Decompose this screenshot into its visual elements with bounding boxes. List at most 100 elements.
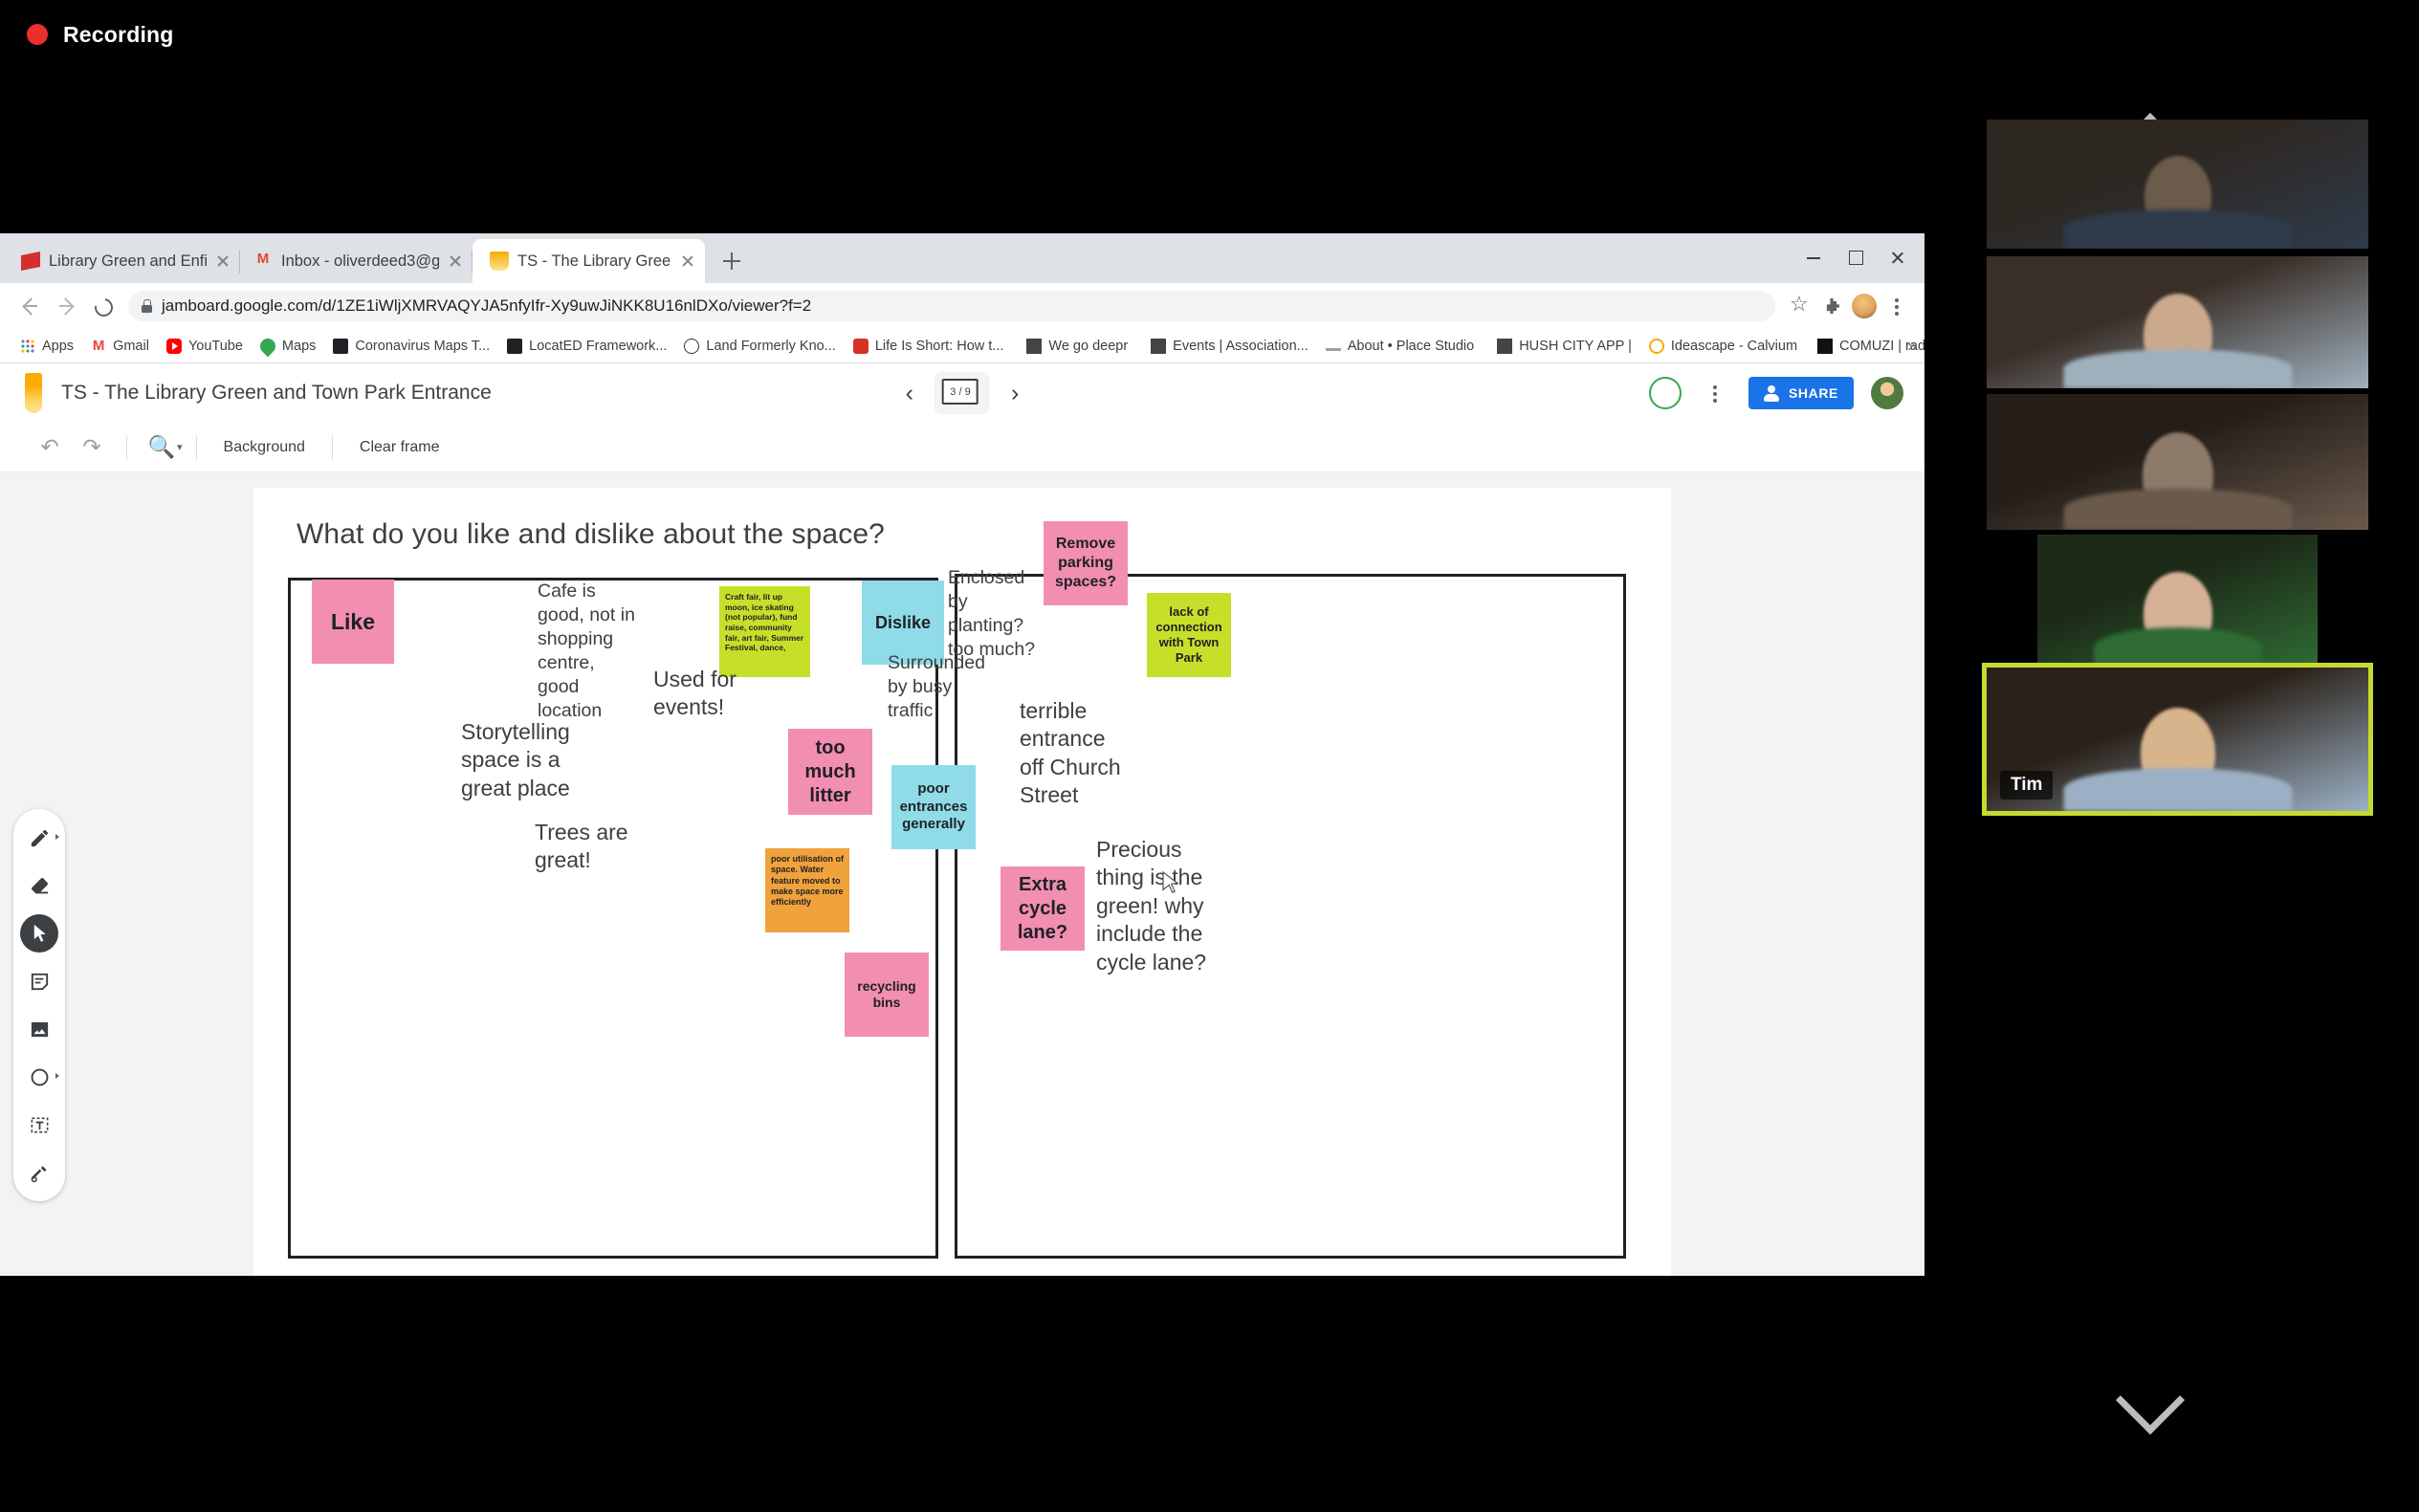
pen-options-caret-icon[interactable] (55, 834, 59, 840)
bookmark-land-formerly[interactable]: Land Formerly Kno... (675, 333, 844, 360)
board-text-enclosed-planting[interactable]: Enclosed by planting? too much? (948, 566, 1035, 662)
sticky-note-lack-connection[interactable]: lack of connection with Town Park (1147, 593, 1231, 677)
jam-title[interactable]: TS - The Library Green and Town Park Ent… (61, 382, 492, 405)
video-tile-4[interactable] (2037, 535, 2318, 668)
video-tile-1[interactable] (1987, 120, 2368, 249)
undo-icon[interactable]: ↶ (29, 427, 71, 469)
extensions-icon[interactable] (1815, 290, 1848, 322)
gmail-icon: M (256, 251, 270, 267)
sticky-note-poor-utilisation[interactable]: poor utilisation of space. Water feature… (765, 848, 849, 932)
reload-icon[interactable] (84, 288, 121, 324)
sticky-note-recycling-bins[interactable]: recycling bins (845, 953, 929, 1037)
bookmark-label: Maps (281, 338, 317, 354)
redo-icon[interactable]: ↷ (71, 427, 113, 469)
shape-tool[interactable] (20, 1058, 59, 1096)
address-bar[interactable]: jamboard.google.com/d/1ZE1iWljXMRVAQYJA5… (128, 291, 1775, 321)
bookmark-hush-city[interactable]: HUSH CITY APP | (1483, 333, 1640, 360)
bookmark-youtube[interactable]: YouTube (158, 333, 252, 360)
events-icon (1151, 338, 1167, 354)
lock-icon (142, 299, 152, 313)
browser-tab-1[interactable]: Library Green and Enfield Town P (8, 239, 240, 283)
new-tab-button[interactable] (713, 242, 751, 280)
bookmark-label: YouTube (187, 338, 243, 354)
close-window-button[interactable] (1877, 239, 1919, 275)
sticky-note-remove-parking[interactable]: Remove parking spaces? (1044, 521, 1128, 605)
laser-pointer-tool[interactable] (20, 1153, 58, 1192)
share-label: SHARE (1788, 385, 1838, 401)
forward-button[interactable] (48, 288, 84, 324)
background-button[interactable]: Background (210, 439, 319, 456)
bookmark-life-is-short[interactable]: Life Is Short: How t... (845, 333, 1013, 360)
browser-menu-icon[interactable] (1880, 290, 1913, 322)
profile-avatar[interactable] (1848, 290, 1880, 322)
bookmark-apps[interactable]: Apps (11, 333, 82, 360)
maximize-button[interactable] (1835, 239, 1877, 275)
sticky-note-poor-entrances[interactable]: poor entrances generally (891, 765, 976, 849)
frame-counter: 3 / 9 (942, 376, 989, 405)
sticky-note-tool[interactable] (20, 962, 58, 1000)
browser-tab-2[interactable]: M Inbox - oliverdeed3@gmail.com (240, 239, 473, 283)
jamboard-logo-icon (21, 373, 46, 413)
jamboard-header-actions: SHARE (1648, 377, 1903, 409)
board-text-terrible-entrance[interactable]: terrible entrance off Church Street (1020, 697, 1121, 810)
sticky-note-too-much-litter[interactable]: too much litter (788, 729, 872, 815)
frame-selector-button[interactable]: 3 / 9 (935, 372, 990, 414)
participant-body (2063, 349, 2292, 388)
bookmark-we-go-deepr[interactable]: We go deepr (1012, 333, 1136, 360)
board-text-trees-are-great[interactable]: Trees are great! (535, 819, 628, 875)
jam-more-menu-icon[interactable] (1699, 377, 1731, 409)
zoom-icon[interactable]: 🔍 (141, 427, 183, 469)
jamboard-app: TS - The Library Green and Town Park Ent… (0, 363, 1924, 1276)
bookmark-place-studio[interactable]: About • Place Studio (1317, 333, 1483, 360)
select-tool[interactable] (20, 914, 58, 953)
back-button[interactable] (11, 288, 48, 324)
bookmark-maps[interactable]: Maps (252, 333, 324, 360)
recording-label: Recording (63, 21, 174, 47)
sticky-note-extra-cycle-lane[interactable]: Extra cycle lane? (1001, 866, 1085, 951)
bookmark-coronavirus-maps[interactable]: Coronavirus Maps T... (324, 333, 498, 360)
text-box-tool[interactable] (20, 1106, 58, 1144)
jamboard-toolbar: ↶ ↷ 🔍 ▾ Background Clear frame (0, 423, 1924, 472)
bookmark-comuzi[interactable]: COMUZI | radically... (1806, 333, 1924, 360)
account-avatar[interactable] (1871, 377, 1903, 409)
bookmark-ideascape[interactable]: Ideascape - Calvium (1640, 333, 1806, 360)
close-icon[interactable] (215, 253, 231, 269)
bookmark-gmail[interactable]: M Gmail (82, 333, 158, 360)
eraser-tool[interactable] (20, 866, 58, 905)
sticky-note-craft-fair[interactable]: Craft fair, lit up moon, ice skating (no… (719, 586, 810, 677)
bookmark-located[interactable]: LocatED Framework... (498, 333, 675, 360)
deepr-icon (1026, 338, 1043, 354)
jamboard-frame[interactable]: What do you like and dislike about the s… (253, 488, 1671, 1276)
sticky-note-like-label[interactable]: Like (312, 580, 394, 664)
bookmarks-overflow-button[interactable]: » (1908, 337, 1917, 356)
browser-tab-3[interactable]: TS - The Library Green and Town (473, 239, 705, 283)
nyt-icon (333, 338, 349, 354)
board-text-storytelling[interactable]: Storytelling space is a great place (461, 718, 570, 802)
bookmark-events-association[interactable]: Events | Association... (1136, 333, 1317, 360)
board-text-cafe-is-good[interactable]: Cafe is good, not in shopping centre, go… (538, 580, 635, 723)
clear-frame-button[interactable]: Clear frame (346, 439, 453, 456)
pen-tool[interactable] (20, 819, 59, 857)
share-button[interactable]: SHARE (1748, 377, 1854, 409)
video-tile-2[interactable] (1987, 256, 2368, 388)
board-text-precious-green[interactable]: Precious thing is the green! why include… (1096, 836, 1206, 976)
board-heading: What do you like and dislike about the s… (297, 518, 885, 550)
shape-options-caret-icon[interactable] (55, 1073, 59, 1079)
close-icon[interactable] (448, 253, 463, 269)
video-tile-3[interactable] (1987, 394, 2368, 530)
jamboard-canvas-area[interactable]: What do you like and dislike about the s… (0, 472, 1924, 1276)
board-text-used-for-events[interactable]: Used for events! (653, 666, 737, 722)
image-tool[interactable] (20, 1010, 58, 1048)
globe-icon (684, 338, 700, 354)
chevron-down-icon[interactable] (2139, 1339, 2206, 1371)
presence-indicator[interactable] (1648, 377, 1682, 409)
board-text-busy-traffic[interactable]: Surrounded by busy traffic (888, 651, 985, 723)
video-tile-5[interactable]: Tim (1982, 663, 2373, 816)
participant-body (2063, 209, 2292, 249)
minimize-button[interactable] (1792, 239, 1835, 275)
gmail-icon: M (92, 337, 105, 354)
bookmark-star-icon[interactable] (1783, 290, 1815, 322)
close-icon[interactable] (680, 253, 695, 269)
next-frame-button[interactable]: › (1011, 381, 1019, 405)
previous-frame-button[interactable]: ‹ (906, 381, 913, 405)
